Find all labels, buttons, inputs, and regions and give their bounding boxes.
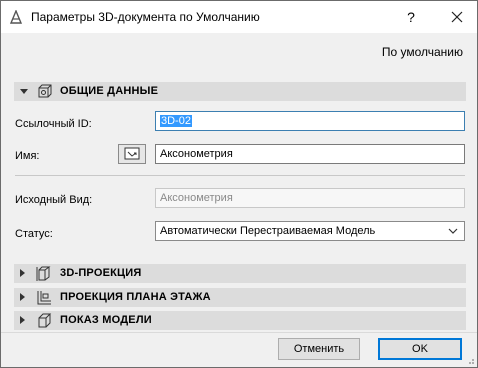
document-general-icon (38, 84, 52, 98)
ref-id-value: 3D-02 (160, 115, 192, 127)
archicad-app-icon (9, 10, 23, 24)
preset-label: По умолчанию (381, 45, 463, 59)
chevron-down-icon (448, 228, 458, 234)
section-floor-plan-header[interactable]: ПРОЕКЦИЯ ПЛАНА ЭТАЖА (14, 288, 466, 307)
section-model-display-header[interactable]: ПОКАЗ МОДЕЛИ (14, 311, 466, 330)
divider (15, 175, 465, 176)
3d-box-icon (36, 266, 51, 281)
section-3d-projection-header[interactable]: 3D-ПРОЕКЦИЯ (14, 264, 466, 283)
section-general-label: ОБЩИЕ ДАННЫЕ (60, 85, 159, 97)
expand-right-icon (20, 316, 25, 324)
status-dropdown[interactable]: Автоматически Перестраиваемая Модель (155, 221, 465, 241)
ref-id-label: Ссылочный ID: (15, 118, 92, 130)
section-floor-plan-label: ПРОЕКЦИЯ ПЛАНА ЭТАЖА (60, 291, 211, 303)
model-cube-icon (38, 313, 52, 328)
expand-right-icon (20, 293, 25, 301)
dialog-window: Параметры 3D-документа по Умолчанию ? По… (0, 0, 478, 368)
cancel-button[interactable]: Отменить (278, 338, 360, 360)
link-arrow-icon (124, 147, 140, 160)
expand-down-icon (20, 89, 28, 94)
link-name-button[interactable] (118, 144, 146, 164)
name-field[interactable]: Аксонометрия (155, 144, 465, 164)
window-title: Параметры 3D-документа по Умолчанию (31, 10, 260, 24)
ref-id-field[interactable]: 3D-02 (155, 111, 465, 131)
expand-right-icon (20, 269, 25, 277)
name-label: Имя: (15, 150, 40, 162)
close-icon[interactable] (443, 3, 471, 31)
ok-button[interactable]: OK (378, 338, 462, 360)
title-bar: Параметры 3D-документа по Умолчанию ? (1, 1, 477, 33)
source-view-field: Аксонометрия (155, 188, 465, 208)
footer-divider (1, 332, 477, 333)
section-model-display-label: ПОКАЗ МОДЕЛИ (60, 314, 152, 326)
help-button[interactable]: ? (397, 3, 425, 31)
floor-plan-icon (37, 291, 51, 305)
section-general-header[interactable]: ОБЩИЕ ДАННЫЕ (14, 82, 466, 101)
section-3d-projection-label: 3D-ПРОЕКЦИЯ (60, 267, 142, 279)
source-view-label: Исходный Вид: (15, 194, 93, 206)
resize-grip-icon[interactable] (465, 355, 475, 365)
status-label: Статус: (15, 228, 53, 240)
status-value: Автоматически Перестраиваемая Модель (160, 225, 376, 237)
